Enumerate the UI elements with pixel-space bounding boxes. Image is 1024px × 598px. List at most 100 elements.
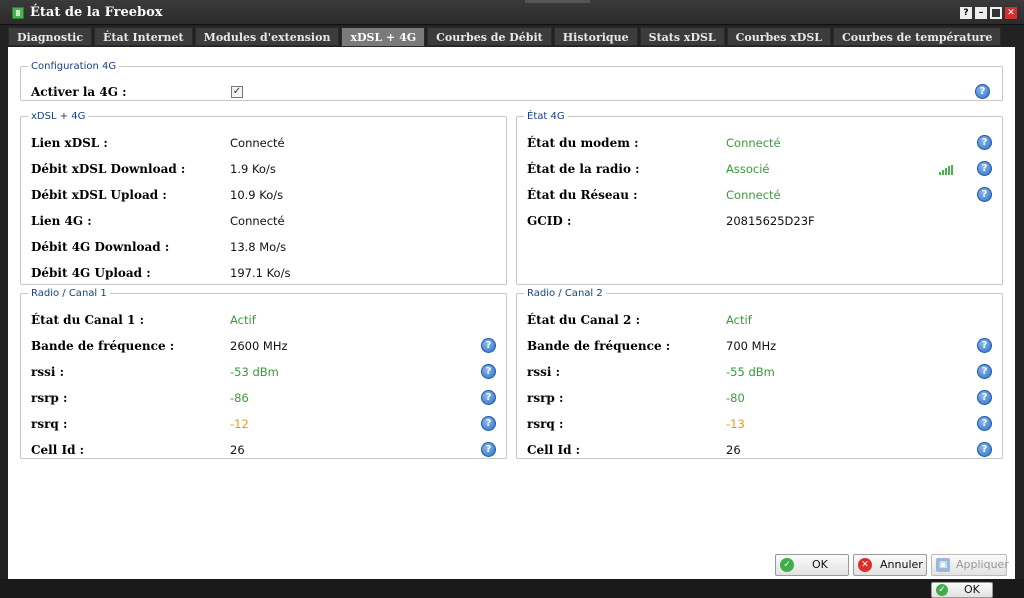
checkmark-icon: ✓ [936,584,948,596]
config-4g-group: Configuration 4G Activer la 4G : ✓ ? [20,61,1003,101]
etat4g-row: État de la radio : Associé ? [527,156,992,182]
row-value: Actif [230,313,256,327]
help-icon[interactable]: ? [977,364,992,379]
window-title: État de la Freebox [30,5,163,20]
radio-canal-1-group: Radio / Canal 1 État du Canal 1 : Actif … [20,288,507,459]
etat4g-row: État du Réseau : Connecté ? [527,182,992,208]
help-icon[interactable]: ? [977,390,992,405]
help-icon[interactable]: ? [977,161,992,176]
help-icon[interactable]: ? [481,364,496,379]
help-icon[interactable]: ? [977,416,992,431]
canal2-row: rsrp : -80 ? [527,385,992,411]
close-button[interactable]: ✕ [1005,7,1017,19]
canal1-row: rssi : -53 dBm ? [31,359,496,385]
row-label: Bande de fréquence : [31,339,175,353]
row-value: 10.9 Ko/s [230,188,284,202]
row-value: Connecté [726,188,781,202]
row-label: État du Canal 1 : [31,313,144,327]
outer-ok-button[interactable]: ✓ OK [931,582,993,598]
row-value: 2600 MHz [230,339,288,353]
tab-xdsl-4g[interactable]: xDSL + 4G [341,27,426,47]
tab-stats-xdsl[interactable]: Stats xDSL [639,27,725,46]
row-label: Débit 4G Upload : [31,266,151,280]
cancel-icon: ✕ [858,558,872,572]
canal2-row: rssi : -55 dBm ? [527,359,992,385]
help-icon[interactable]: ? [481,416,496,431]
etat-4g-legend: État 4G [527,111,565,122]
row-label: rssi : [31,365,64,379]
help-icon[interactable]: ? [975,84,990,99]
row-label: Bande de fréquence : [527,339,671,353]
row-value: 1.9 Ko/s [230,162,276,176]
row-value: 26 [230,443,245,457]
help-icon[interactable]: ? [481,442,496,457]
row-label: Lien 4G : [31,214,92,228]
tab-content-panel: Configuration 4G Activer la 4G : ✓ ? xDS… [8,47,1015,579]
xdsl-row: Débit xDSL Download : 1.9 Ko/s [31,156,496,182]
help-window-button[interactable]: ? [960,7,972,19]
checkmark-icon: ✓ [780,558,794,572]
row-label: rssi : [527,365,560,379]
row-label: Débit xDSL Download : [31,162,186,176]
row-value: Actif [726,313,752,327]
row-value: Connecté [230,136,285,150]
tab-historique[interactable]: Historique [553,27,638,46]
help-icon[interactable]: ? [481,390,496,405]
canal-2-legend: Radio / Canal 2 [527,288,603,299]
tab-bar: Diagnostic État Internet Modules d'exten… [8,27,1002,47]
row-label: Cell Id : [527,443,581,457]
minimize-button[interactable]: – [975,7,987,19]
canal-1-legend: Radio / Canal 1 [31,288,107,299]
canal1-row: État du Canal 1 : Actif [31,307,496,333]
canal1-row: Cell Id : 26 ? [31,437,496,463]
row-label: Lien xDSL : [31,136,108,150]
row-value: Connecté [726,136,781,150]
cancel-button[interactable]: ✕ Annuler [853,554,927,576]
help-icon[interactable]: ? [977,442,992,457]
row-value: 13.8 Mo/s [230,240,287,254]
row-value: Connecté [230,214,285,228]
row-label: Débit 4G Download : [31,240,170,254]
xdsl-row: Débit 4G Upload : 197.1 Ko/s [31,260,496,286]
xdsl-row: Lien xDSL : Connecté [31,130,496,156]
maximize-button[interactable] [990,7,1002,19]
xdsl-row: Débit xDSL Upload : 10.9 Ko/s [31,182,496,208]
row-label: rsrp : [527,391,564,405]
tab-courbes-xdsl[interactable]: Courbes xDSL [726,27,832,46]
xdsl-4g-legend: xDSL + 4G [31,111,86,122]
tab-courbes-debit[interactable]: Courbes de Débit [427,27,552,46]
activate-4g-row: Activer la 4G : ✓ ? [31,79,992,105]
help-icon[interactable]: ? [977,187,992,202]
help-icon[interactable]: ? [977,135,992,150]
row-label: rsrq : [31,417,68,431]
help-icon[interactable]: ? [977,338,992,353]
row-label: État du Réseau : [527,188,638,202]
etat4g-row: GCID : 20815625D23F [527,208,992,234]
radio-canal-2-group: Radio / Canal 2 État du Canal 2 : Actif … [516,288,1003,459]
cancel-button-label: Annuler [880,558,923,571]
activate-4g-checkbox[interactable]: ✓ [231,86,243,98]
row-label: État du Canal 2 : [527,313,640,327]
canal1-row: Bande de fréquence : 2600 MHz ? [31,333,496,359]
apply-button-label: Appliquer [956,558,1009,571]
row-value: -12 [230,417,249,431]
row-label: rsrp : [31,391,68,405]
tab-courbes-temperature[interactable]: Courbes de température [833,27,1002,46]
row-value: Associé [726,162,770,176]
row-label: Cell Id : [31,443,85,457]
row-value: -13 [726,417,745,431]
tab-modules-extension[interactable]: Modules d'extension [194,27,340,46]
row-value: 700 MHz [726,339,777,353]
row-label: État de la radio : [527,162,640,176]
tab-etat-internet[interactable]: État Internet [94,27,193,46]
title-bar[interactable]: État de la Freebox ? – ✕ [0,0,1024,25]
freebox-app-icon [12,7,24,19]
bottom-strip: ✓ OK [0,579,1024,598]
canal2-row: rsrq : -13 ? [527,411,992,437]
config-4g-legend: Configuration 4G [31,61,117,72]
apply-button[interactable]: ▣ Appliquer [931,554,1009,576]
tab-diagnostic[interactable]: Diagnostic [8,27,93,46]
ok-button[interactable]: ✓ OK [775,554,849,576]
row-value: -55 dBm [726,365,775,379]
help-icon[interactable]: ? [481,338,496,353]
